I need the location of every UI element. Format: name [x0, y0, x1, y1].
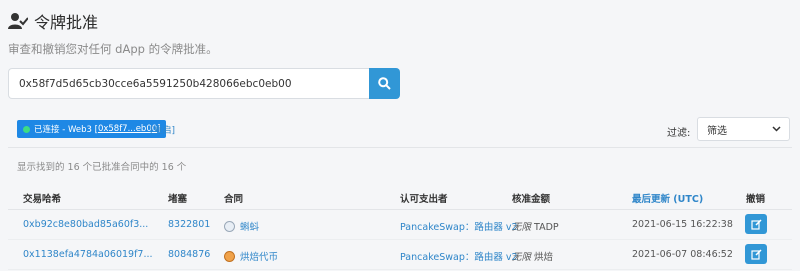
column-header-tx-hash[interactable]: 交易哈希 [23, 191, 61, 205]
approved-amount: 无限 TADP [512, 219, 559, 233]
approvals-table: 交易哈希 堵塞 合同 认可支出者 核准金额 最后更新 (UTC) 撤销 0xb9… [8, 183, 792, 270]
page-subtitle: 审查和撤销您对任何 dApp 的令牌批准。 [8, 42, 218, 56]
user-check-icon [8, 13, 28, 29]
tx-hash-link[interactable]: 0x1138efa4784a06019f7... [23, 249, 153, 260]
contract-link[interactable]: 蝌蚪 [224, 219, 259, 233]
revoke-button[interactable] [745, 244, 767, 264]
amount-unlimited: 无限 [512, 252, 532, 263]
contract-link[interactable]: 烘焙代币 [224, 249, 278, 263]
search-icon [378, 77, 391, 90]
connection-status-label: 已连接 - Web3 [ [34, 125, 98, 135]
column-header-last-updated[interactable]: 最后更新 (UTC) [632, 191, 703, 205]
page-title: 令牌批准 [34, 13, 99, 32]
contract-name: 烘焙代币 [240, 252, 279, 263]
token-icon [224, 221, 235, 232]
wallet-connection-button[interactable]: 已连接 - Web3 [ 0x58f7...eb00 ] [17, 120, 167, 138]
last-updated: 2021-06-07 08:46:52 [632, 249, 733, 260]
column-header-spender[interactable]: 认可支出者 [400, 191, 448, 205]
edit-icon [750, 218, 762, 230]
table-row: 0xb92c8e80bad85a60f3... 8322801 蝌蚪 Panca… [8, 210, 792, 240]
spender-link[interactable]: PancakeSwap：路由器 v2 [400, 249, 518, 263]
spender-link[interactable]: PancakeSwap：路由器 v2 [400, 219, 518, 233]
search-button[interactable] [369, 68, 400, 99]
amount-token: TADP [534, 222, 559, 233]
page-header: 令牌批准 [8, 9, 98, 33]
revoke-button[interactable] [745, 214, 767, 234]
connected-status-dot [23, 125, 30, 133]
tx-hash-link[interactable]: 0xb92c8e80bad85a60f3... [23, 219, 148, 230]
table-row: 0x1138efa4784a06019f7... 8084876 烘焙代币 Pa… [8, 240, 792, 270]
edit-icon [750, 248, 762, 260]
table-header: 交易哈希 堵塞 合同 认可支出者 核准金额 最后更新 (UTC) 撤销 [8, 183, 792, 210]
approved-amount: 无限 烘焙 [512, 249, 553, 263]
last-updated: 2021-06-15 16:22:38 [632, 219, 733, 230]
amount-unlimited: 无限 [512, 222, 532, 233]
column-header-amount[interactable]: 核准金额 [512, 191, 550, 205]
column-header-contract[interactable]: 合同 [224, 191, 243, 205]
section-divider [8, 147, 792, 148]
column-header-revoke: 撤销 [746, 194, 766, 205]
amount-token: 烘焙 [534, 252, 554, 263]
contract-name: 蝌蚪 [240, 222, 260, 233]
address-search-input[interactable] [8, 68, 369, 99]
results-count: 显示找到的 16 个已批准合同中的 16 个 [17, 162, 187, 173]
column-header-block[interactable]: 堵塞 [168, 191, 187, 205]
filter-select[interactable]: 筛选 [697, 117, 790, 141]
block-link[interactable]: 8322801 [168, 219, 210, 230]
filter-label: 过滤: [667, 128, 691, 139]
connected-address: 0x58f7...eb00 [97, 124, 158, 134]
reset-link[interactable]: [重启] [150, 123, 175, 136]
chevron-down-icon [772, 126, 781, 132]
block-link[interactable]: 8084876 [168, 249, 210, 260]
search-bar [8, 68, 400, 99]
filter-selected-value: 筛选 [707, 125, 727, 137]
token-icon [224, 251, 235, 262]
